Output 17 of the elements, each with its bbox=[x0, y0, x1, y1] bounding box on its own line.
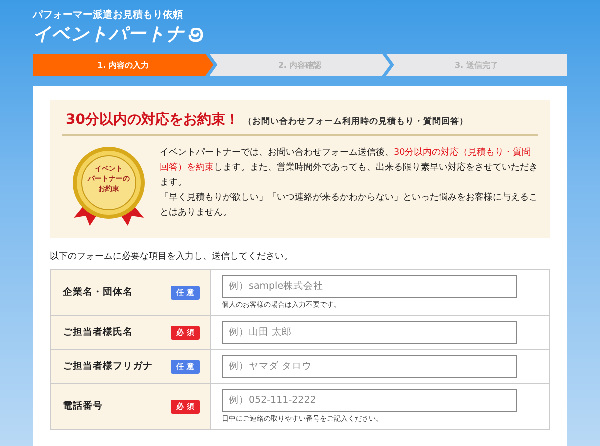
form-instructions: 以下のフォームに必要な項目を入力し、送信してください。 bbox=[50, 250, 294, 263]
promise-heading: 30分以内の対応をお約束！ bbox=[66, 111, 240, 129]
site-subtitle: パフォーマー派遣お見積もり依頼 bbox=[33, 10, 184, 22]
promise-paragraph: イベントパートナーでは、お問い合わせフォーム送信後、30分以内の対応（見積もり・質問回答）を約束 します。また、営業時間外であっても、出来る限り素早い対応をさせていただきます。 bbox=[160, 146, 538, 190]
swirl-icon bbox=[188, 28, 204, 42]
input-field[interactable]: 例）山田 太郎 bbox=[222, 321, 517, 344]
field-label: 企業名・団体名 bbox=[63, 286, 133, 299]
field-label: 電話番号 bbox=[63, 400, 103, 413]
promise-note: （お問い合わせフォーム利用時の見積もり・質問回答） bbox=[243, 116, 468, 128]
input-field[interactable]: 例）052-111-2222 bbox=[222, 389, 517, 412]
input-field[interactable]: 例）ヤマダ タロウ bbox=[222, 355, 517, 378]
logo-text[interactable]: イベントパートナ bbox=[33, 24, 185, 46]
field-label: ご担当者様フリガナ bbox=[63, 360, 153, 373]
field-label: ご担当者様氏名 bbox=[63, 326, 133, 339]
progress-step: 1. 内容の入力 bbox=[33, 54, 214, 76]
promise-paragraph: 「早く見積もりが欲しい」「いつ連絡が来るかわからない」といった悩みをお客様に与えることはありません。 bbox=[160, 192, 538, 220]
input-field[interactable]: 例）sample株式会社 bbox=[222, 275, 517, 298]
